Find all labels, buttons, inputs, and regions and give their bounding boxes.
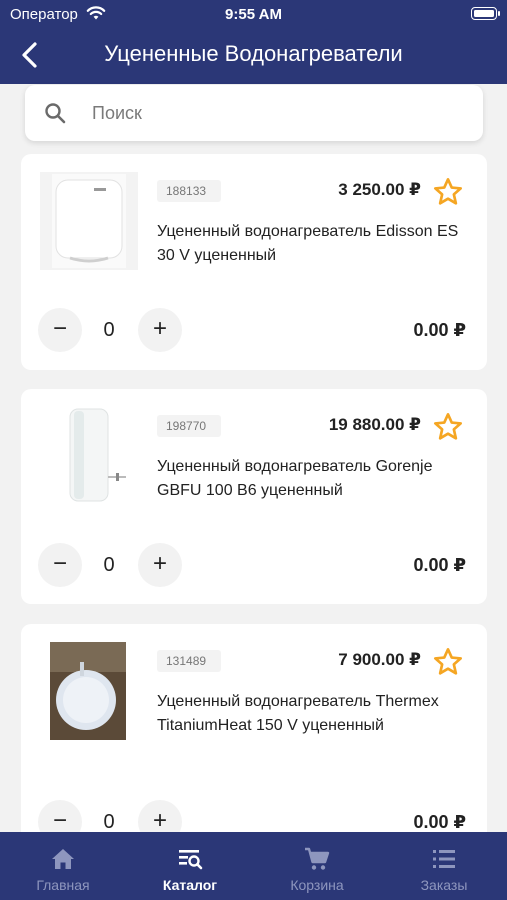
tab-cart-label: Корзина <box>290 877 344 893</box>
tab-home-label: Главная <box>36 877 90 893</box>
product-image <box>40 642 138 740</box>
page-title: Уцененные Водонагреватели <box>104 41 403 66</box>
quantity-value: 0 <box>103 319 115 341</box>
tab-catalog-label: Каталог <box>162 877 218 893</box>
search-icon <box>45 103 66 124</box>
cart-icon <box>305 847 330 870</box>
product-card[interactable]: 188133 3 250.00 ₽ Уцененный водонагреват… <box>21 154 487 370</box>
product-name: Уцененный водонагреватель Edisson ES 30 … <box>157 223 459 264</box>
product-image <box>40 407 138 505</box>
decrease-quantity-button[interactable]: − <box>38 308 82 352</box>
quantity-value: 0 <box>103 554 115 576</box>
quantity-value: 0 <box>103 811 115 832</box>
product-name: Уцененный водонагреватель Gorenje GBFU 1… <box>157 458 433 499</box>
product-price: 3 250.00 ₽ <box>338 180 421 199</box>
search-input[interactable] <box>92 101 452 125</box>
catalog-search-icon <box>179 850 203 870</box>
tab-orders-label: Заказы <box>420 877 468 893</box>
tab-orders[interactable]: Заказы <box>381 832 507 900</box>
product-total: 0.00 ₽ <box>413 812 466 832</box>
favorite-star-icon[interactable] <box>432 646 464 678</box>
decrease-quantity-button[interactable]: − <box>38 543 82 587</box>
product-total: 0.00 ₽ <box>413 555 466 575</box>
tab-cart[interactable]: Корзина <box>254 832 380 900</box>
search-bar <box>25 85 483 141</box>
status-time: 9:55 AM <box>225 6 282 23</box>
product-total: 0.00 ₽ <box>413 320 466 340</box>
product-price: 19 880.00 ₽ <box>328 415 421 434</box>
favorite-star-icon[interactable] <box>432 411 464 443</box>
product-name: Уцененный водонагреватель Thermex Titani… <box>157 693 439 734</box>
increase-quantity-button[interactable]: + <box>138 308 182 352</box>
increase-quantity-button[interactable]: + <box>138 543 182 587</box>
product-image <box>40 172 138 270</box>
product-card[interactable]: 131489 7 900.00 ₽ Уцененный водонагреват… <box>21 624 487 832</box>
product-price: 7 900.00 ₽ <box>338 650 421 669</box>
increase-quantity-button[interactable]: + <box>138 800 182 832</box>
status-bar: Оператор 9:55 AM <box>0 0 507 28</box>
product-list[interactable]: 188133 3 250.00 ₽ Уцененный водонагреват… <box>0 154 507 832</box>
product-card[interactable]: 198770 19 880.00 ₽ Уцененный водонагрева… <box>21 389 487 604</box>
tab-catalog[interactable]: Каталог <box>127 832 253 900</box>
app-header: Оператор 9:55 AM Уцененные Водонагревате… <box>0 0 507 84</box>
favorite-star-icon[interactable] <box>432 176 464 208</box>
product-sku: 188133 <box>157 180 221 202</box>
bottom-tab-bar: Главная Каталог Корзина Заказы <box>0 832 507 900</box>
battery-icon <box>471 7 500 20</box>
product-sku: 131489 <box>157 650 221 672</box>
home-icon <box>52 849 74 869</box>
product-sku: 198770 <box>157 415 221 437</box>
tab-home[interactable]: Главная <box>0 832 126 900</box>
decrease-quantity-button[interactable]: − <box>38 800 82 832</box>
list-icon <box>433 850 455 868</box>
